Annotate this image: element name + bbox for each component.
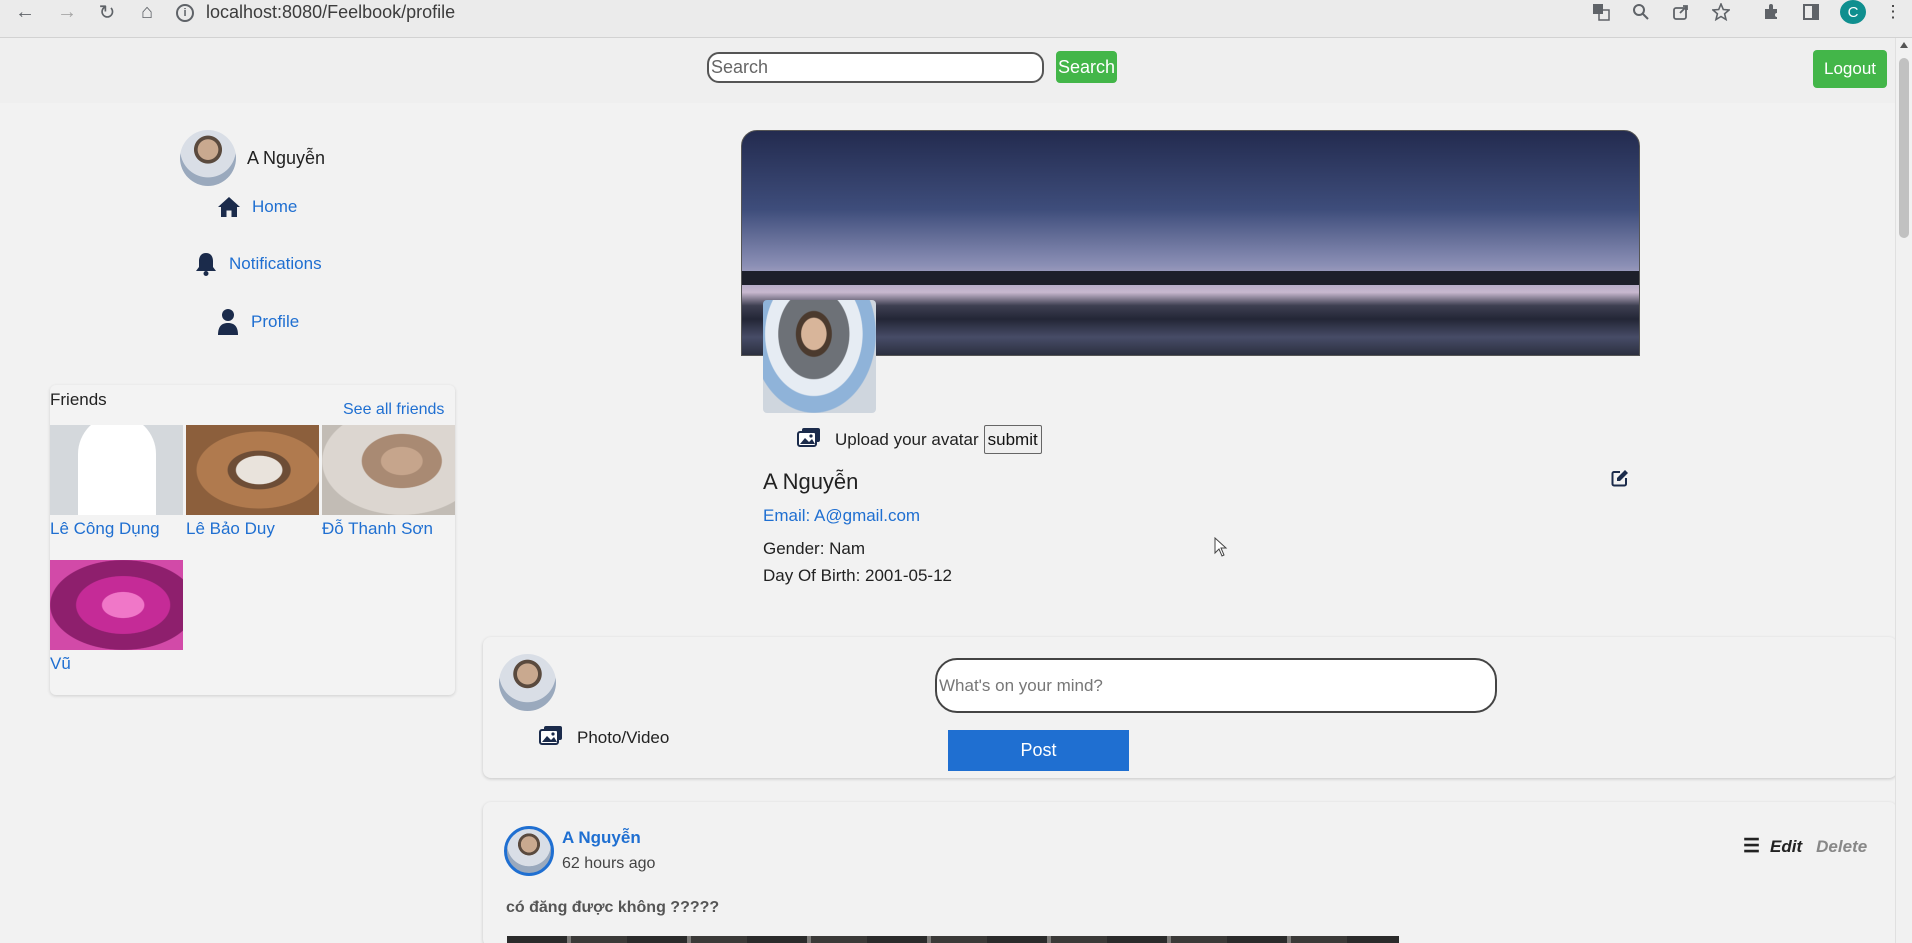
post-media (507, 936, 1399, 943)
friend-name[interactable]: Lê Bảo Duy (186, 519, 319, 539)
sidebar-user[interactable]: A Nguyễn (180, 130, 325, 186)
avatar (180, 130, 236, 186)
edit-post-button[interactable]: Edit (1770, 837, 1802, 857)
menu-icon[interactable]: ☰ (1743, 835, 1760, 858)
see-all-friends-link[interactable]: See all friends (343, 401, 444, 419)
profile-avatar (763, 300, 876, 413)
post-content: có đăng được không ????? (506, 899, 720, 916)
photo-gallery-icon[interactable] (797, 427, 821, 452)
translate-icon[interactable] (1588, 0, 1614, 24)
avatar[interactable] (504, 826, 554, 876)
info-icon[interactable]: i (176, 3, 194, 22)
scroll-up-arrow-icon[interactable] (1900, 42, 1908, 48)
photo-gallery-icon (539, 725, 563, 750)
friend-card[interactable]: Đỗ Thanh Sơn (322, 425, 455, 539)
post-author[interactable]: A Nguyễn (562, 828, 641, 848)
sidebar-item-notifications[interactable]: Notifications (193, 251, 322, 277)
zoom-icon[interactable] (1628, 0, 1654, 24)
page-scrollbar[interactable] (1895, 38, 1912, 943)
browser-menu-icon[interactable]: ⋮ (1880, 0, 1906, 24)
post-card: A Nguyễn 62 hours ago ☰ Edit Delete có đ… (483, 802, 1897, 943)
post-timestamp: 62 hours ago (562, 855, 656, 872)
sidebar-user-name: A Nguyễn (247, 147, 326, 168)
bell-icon (193, 251, 219, 277)
profile-email: Email: A@gmail.com (763, 506, 921, 525)
friend-name[interactable]: Lê Công Dụng (50, 519, 183, 539)
friends-title: Friends (50, 390, 107, 409)
photo-video-label: Photo/Video (577, 727, 670, 747)
app-header: Search Logout (0, 38, 1895, 103)
delete-post-button[interactable]: Delete (1816, 837, 1867, 857)
friend-card[interactable]: Vũ (50, 560, 183, 674)
photo-video-button[interactable]: Photo/Video (539, 725, 669, 750)
friend-photo (186, 425, 319, 515)
cover-shoreline (742, 271, 1639, 285)
logout-button[interactable]: Logout (1813, 50, 1887, 88)
address-bar[interactable]: i localhost:8080/Feelbook/profile (176, 0, 1566, 25)
profile-name: A Nguyễn (763, 469, 859, 494)
browser-toolbar: ← → ↻ ⌂ i localhost:8080/Feelbook/profil… (0, 0, 1912, 38)
back-icon[interactable]: ← (10, 1, 40, 23)
forward-icon[interactable]: → (52, 1, 82, 23)
friend-name[interactable]: Đỗ Thanh Sơn (322, 519, 455, 539)
post-button[interactable]: Post (948, 730, 1129, 771)
upload-avatar-label: Upload your avatar (835, 429, 979, 449)
share-icon[interactable] (1668, 0, 1694, 24)
url-text: localhost:8080/Feelbook/profile (206, 2, 456, 22)
extensions-icon[interactable] (1758, 0, 1784, 24)
home-icon[interactable]: ⌂ (132, 1, 162, 23)
profile-dob: Day Of Birth: 2001-05-12 (763, 566, 952, 585)
friends-panel: Friends See all friends Lê Công Dụng Lê … (50, 385, 455, 695)
home-icon (216, 194, 242, 220)
friend-photo (50, 560, 183, 650)
friend-name[interactable]: Vũ (50, 654, 183, 674)
edit-profile-icon[interactable] (1611, 469, 1629, 487)
sidebar-item-home[interactable]: Home (216, 194, 297, 220)
side-panel-icon[interactable] (1798, 0, 1824, 24)
sidebar-item-label: Notifications (229, 254, 322, 273)
submit-avatar-button[interactable]: submit (983, 425, 1042, 454)
bookmark-star-icon[interactable] (1708, 0, 1734, 24)
scrollbar-thumb[interactable] (1899, 58, 1909, 238)
avatar (499, 654, 556, 711)
friend-photo (322, 425, 455, 515)
browser-profile-avatar[interactable]: C (1840, 0, 1866, 24)
profile-gender: Gender: Nam (763, 539, 866, 558)
upload-avatar-row: Upload your avatar submit (797, 425, 1042, 454)
person-icon (215, 309, 241, 335)
post-composer: Photo/Video Post (483, 637, 1897, 778)
friend-photo (50, 425, 183, 515)
sidebar-item-label: Home (252, 197, 298, 216)
mouse-cursor-icon (1214, 536, 1228, 557)
friend-card[interactable]: Lê Công Dụng (50, 425, 183, 539)
search-input[interactable] (707, 52, 1044, 83)
reload-icon[interactable]: ↻ (92, 1, 122, 24)
search-button[interactable]: Search (1056, 51, 1117, 83)
sidebar-item-label: Profile (251, 312, 300, 331)
friend-card[interactable]: Lê Bảo Duy (186, 425, 319, 539)
whats-on-your-mind-input[interactable] (935, 658, 1497, 713)
post-actions: ☰ Edit Delete (1743, 835, 1867, 858)
sidebar-item-profile[interactable]: Profile (215, 309, 299, 335)
